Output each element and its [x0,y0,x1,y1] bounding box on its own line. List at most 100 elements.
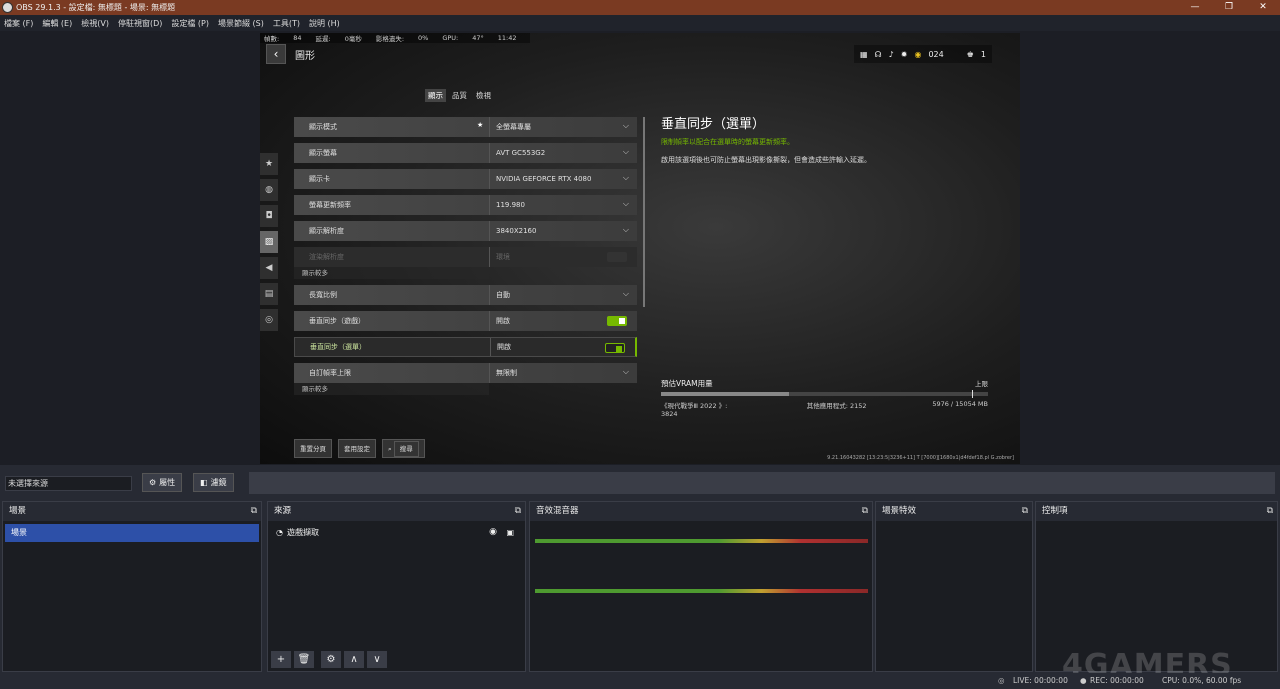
vram-legend: 《現代戰爭Ⅲ 2022 》: 3824 其他應用程式: 2152 5976 / … [661,400,988,418]
title-bar: OBS 29.1.3 - 設定檔: 無標題 - 場景: 無標題 — ❐ ✕ [0,0,1280,15]
game-page-title: 圖形 [295,51,315,62]
cpu-status: CPU: 0.0%, 60.00 fps [1162,676,1242,685]
menu-docks[interactable]: 停駐視窗(D) [118,18,162,29]
setting-value: AVT GC553G2 [489,143,637,163]
audio-meter[interactable] [535,589,868,593]
filters-button[interactable]: ◧ 濾鏡 [193,473,234,492]
move-up-button[interactable]: ∧ [344,651,364,668]
maximize-button[interactable]: ❐ [1212,0,1246,15]
menu-scene-collection[interactable]: 場景節綴 (S) [218,18,264,29]
menu-file[interactable]: 檔案 (F) [4,18,33,29]
stat-value: 0% [418,34,429,42]
speaker-icon: ◀ [260,257,278,279]
stat-label: GPU: [442,34,459,42]
chevron-down-icon: ⌵ [622,121,629,130]
controls-dock: 控制項 ⧉ [1035,501,1278,672]
star-icon: ★ [477,121,484,129]
squad-icon: ♚ [966,49,974,59]
game-bottom-buttons: 重置分頁 套用設定 ⌕ 搜尋 [294,439,425,458]
source-item[interactable]: ◔ 遊戲擷取 ◉ ▣ [270,524,523,541]
headset-icon: ☊ [874,49,882,59]
setting-row: 螢幕更新頻率 119.980 ⌵ [294,195,637,215]
audio-meter[interactable] [535,539,868,543]
filter-icon: ◧ [200,478,208,487]
properties-button[interactable]: ⚙ 屬性 [142,473,183,492]
rec-status: REC: 00:00:00 [1090,676,1144,685]
source-toolbar: 未選擇來源 ⚙ 屬性 ◧ 濾鏡 [0,466,1280,500]
setting-label: 長寬比例 [309,291,337,299]
setting-label: 自訂幀率上限 [309,369,351,377]
setting-row: 顯示螢幕 AVT GC553G2 ⌵ [294,143,637,163]
setting-row: 長寬比例 自動 ⌵ [294,285,637,305]
setting-label: 垂直同步（遊戲） [309,317,365,325]
remove-source-button[interactable]: 🗑 [294,651,314,668]
setting-description: 垂直同步（選單） 限制幀率以配合在選單時的螢幕更新頻率。 啟用該選項後也可防止螢… [661,113,991,165]
undock-icon[interactable]: ⧉ [862,502,868,521]
move-down-button[interactable]: ∨ [367,651,387,668]
minimize-button[interactable]: — [1178,0,1212,15]
show-more-row: 顯示較多 [294,383,489,395]
game-tab-quality: 品質 [452,91,467,100]
menu-edit[interactable]: 編輯 (E) [42,18,72,29]
game-tab-view: 檢視 [476,91,491,100]
rec-icon: ● [1080,676,1087,685]
search-label: 搜尋 [393,441,419,457]
live-status: LIVE: 00:00:00 [1013,676,1068,685]
filters-label: 濾鏡 [210,478,227,487]
show-more-label: 顯示較多 [302,269,328,277]
chevron-down-icon: ⌵ [622,289,629,298]
scene-item[interactable]: 場景 [5,524,259,542]
game-tab-display: 顯示 [425,89,446,102]
menu-view[interactable]: 檢視(V) [81,18,109,29]
star-icon: ★ [260,153,278,175]
selected-source-name: 未選擇來源 [5,476,132,491]
source-settings-button[interactable]: ⚙ [321,651,341,668]
game-side-icons: ★ ◍ ◘ ▨ ◀ ▤ ◎ [260,153,278,331]
mouse-icon: ◍ [260,179,278,201]
vram-limit-marker [972,390,973,398]
search-button: ⌕ 搜尋 [382,439,425,458]
add-source-button[interactable]: + [271,651,291,668]
build-info: 9.21.16043282 [13:23:5|3236+11] T [7000]… [827,455,1014,461]
setting-label: 螢幕更新頻率 [309,201,351,209]
undock-icon[interactable]: ⧉ [515,502,521,521]
menu-help[interactable]: 說明 (H) [309,18,340,29]
vram-other-usage: 其他應用程式: 2152 [806,402,867,410]
gamepad-icon: ◔ [276,528,283,537]
dock-header: 音效混音器 ⧉ [530,502,872,521]
toggle-switch [607,316,627,326]
game-settings-list: 顯示模式 ★ 全螢幕專屬 ⌵ 顯示螢幕 AVT GC553G2 ⌵ 顯示卡 NV… [294,117,637,401]
menu-tools[interactable]: 工具(T) [273,18,300,29]
vram-limit-label: 上限 [975,380,988,388]
window-title: OBS 29.1.3 - 設定檔: 無標題 - 場景: 無標題 [16,3,176,12]
show-more-label: 顯示較多 [302,385,328,393]
setting-label: 顯示螢幕 [309,149,337,157]
menu-profile[interactable]: 設定檔 (P) [171,18,209,29]
vram-game-usage: 《現代戰爭Ⅲ 2022 》: 3824 [661,402,728,418]
game-top-icons: ▦ ☊ ♪ ✹ ◉ 024 ♚ 1 [853,45,992,63]
status-bar: ◎ LIVE: 00:00:00 ● REC: 00:00:00 CPU: 0.… [0,673,1280,689]
setting-row: 顯示模式 ★ 全螢幕專屬 ⌵ [294,117,637,137]
dock-title: 音效混音器 [536,506,579,516]
stat-value: 84 [293,34,302,42]
lock-icon[interactable]: ▣ [506,524,514,541]
chevron-down-icon: ⌵ [622,173,629,182]
setting-row-selected: 垂直同步（選單） 開啟 [294,337,637,357]
undock-icon[interactable]: ⧉ [1022,502,1028,521]
source-label: 遊戲擷取 [286,528,319,537]
description-highlight: 限制幀率以配合在選單時的螢幕更新頻率。 [661,138,794,146]
controller-icon: ◘ [260,205,278,227]
audio-mixer-dock: 音效混音器 ⧉ [529,501,873,672]
setting-value: 全螢幕專屬 [489,117,637,137]
menu-bar: 檔案 (F) 編輯 (E) 檢視(V) 停駐視窗(D) 設定檔 (P) 場景節綴… [0,15,1280,31]
undock-icon[interactable]: ⧉ [1267,502,1273,521]
sources-toolbar: + 🗑 ⚙ ∧ ∨ [271,651,387,668]
description-text: 啟用該選項後也可防止螢幕出現影像撕裂，但會造成些許輸入延遲。 [661,156,871,164]
visibility-eye-icon[interactable]: ◉ [489,524,497,541]
close-button[interactable]: ✕ [1246,0,1280,15]
undock-icon[interactable]: ⧉ [251,502,257,521]
dock-header: 來源 ⧉ [268,502,525,521]
setting-row: 自訂幀率上限 無限制 ⌵ [294,363,637,383]
setting-value: NVIDIA GEFORCE RTX 4080 [489,169,637,189]
chevron-down-icon: ⌵ [622,199,629,208]
